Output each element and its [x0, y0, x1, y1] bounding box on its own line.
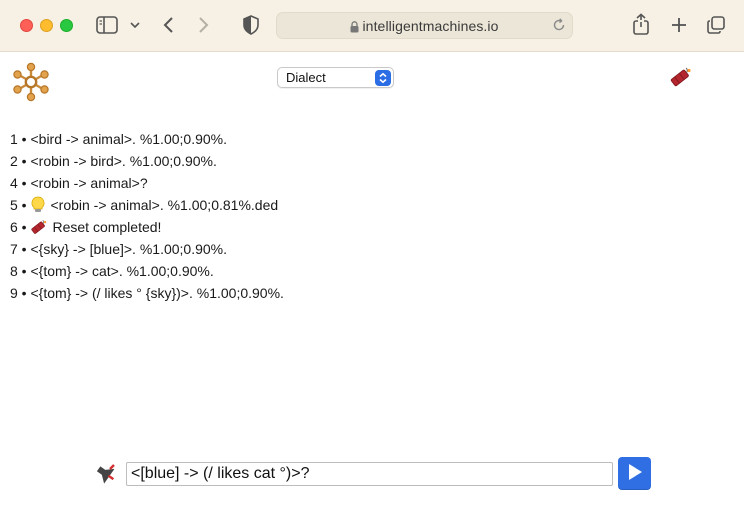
- play-icon: [627, 463, 643, 484]
- speaker-icon: [94, 464, 118, 490]
- log-line: 5 • <robin -> animal>. %1.00;0.81%.ded: [10, 194, 284, 216]
- log-line: 7 • <{sky} -> [blue]>. %1.00;0.90%.: [10, 238, 284, 260]
- tab-overview-icon[interactable]: [706, 15, 726, 35]
- speak-button[interactable]: [94, 462, 118, 491]
- dialect-select-value: Dialect: [286, 70, 326, 85]
- log-line-text: Reset completed!: [52, 219, 162, 235]
- log-line-number: 7: [10, 241, 18, 257]
- minimize-window-button[interactable]: [40, 19, 53, 32]
- log-line-text: <bird -> animal>. %1.00;0.90%.: [30, 131, 227, 147]
- bullet-separator: •: [17, 131, 31, 147]
- bullet-separator: •: [17, 197, 31, 213]
- log-line: 4 • <robin -> animal>?: [10, 172, 284, 194]
- bullet-separator: •: [17, 219, 31, 235]
- bullet-separator: •: [17, 153, 31, 169]
- log-line: 9 • <{tom} -> (/ likes ° {sky})>. %1.00;…: [10, 282, 284, 304]
- log-line-number: 9: [10, 285, 18, 301]
- app-logo-icon: [11, 62, 51, 102]
- zoom-window-button[interactable]: [60, 19, 73, 32]
- forward-icon[interactable]: [198, 16, 210, 34]
- select-arrows-icon: [375, 70, 391, 86]
- log-line: 8 • <{tom} -> cat>. %1.00;0.90%.: [10, 260, 284, 282]
- url-text: intelligentmachines.io: [362, 17, 499, 34]
- bullet-separator: •: [17, 241, 31, 257]
- message-log: 1 • <bird -> animal>. %1.00;0.90%. 2 • <r…: [10, 128, 284, 304]
- log-line-text: <{tom} -> cat>. %1.00;0.90%.: [30, 263, 214, 279]
- log-line-number: 2: [10, 153, 18, 169]
- new-tab-icon[interactable]: [670, 16, 688, 34]
- bullet-separator: •: [17, 175, 31, 191]
- close-window-button[interactable]: [20, 19, 33, 32]
- log-line: 1 • <bird -> animal>. %1.00;0.90%.: [10, 128, 284, 150]
- reload-icon[interactable]: [552, 18, 566, 37]
- back-icon[interactable]: [162, 16, 174, 34]
- reset-dynamite-button[interactable]: [669, 66, 693, 93]
- address-bar[interactable]: intelligentmachines.io: [276, 12, 573, 39]
- query-input[interactable]: [126, 462, 613, 486]
- privacy-shield-icon[interactable]: [243, 15, 259, 35]
- sidebar-icon[interactable]: [96, 16, 118, 34]
- log-line-text: <robin -> animal>?: [30, 175, 148, 191]
- bullet-separator: •: [17, 263, 31, 279]
- lightbulb-icon: [30, 196, 46, 214]
- page-content: Dialect 1 • <bird -> animal>. %1.00;0.90…: [0, 53, 744, 508]
- send-button[interactable]: [618, 457, 651, 490]
- bullet-separator: •: [17, 285, 31, 301]
- dynamite-icon: [669, 67, 693, 92]
- log-line-number: 4: [10, 175, 18, 191]
- lock-icon: [350, 20, 359, 38]
- dialect-select[interactable]: Dialect: [277, 67, 394, 88]
- log-line-text: <{sky} -> [blue]>. %1.00;0.90%.: [30, 241, 228, 257]
- log-line-number: 6: [10, 219, 18, 235]
- share-icon[interactable]: [632, 13, 650, 35]
- log-line: 6 • Reset completed!: [10, 216, 284, 238]
- log-line-text: <robin -> animal>. %1.00;0.81%.ded: [50, 197, 279, 213]
- log-line-number: 1: [10, 131, 18, 147]
- log-line-number: 5: [10, 197, 18, 213]
- log-line-number: 8: [10, 263, 18, 279]
- log-line-text: <{tom} -> (/ likes ° {sky})>. %1.00;0.90…: [30, 285, 284, 301]
- browser-toolbar: intelligentmachines.io: [0, 0, 744, 52]
- log-line-text: <robin -> bird>. %1.00;0.90%.: [30, 153, 217, 169]
- chevron-down-icon[interactable]: [130, 21, 140, 29]
- dynamite-icon: [30, 218, 48, 236]
- log-line: 2 • <robin -> bird>. %1.00;0.90%.: [10, 150, 284, 172]
